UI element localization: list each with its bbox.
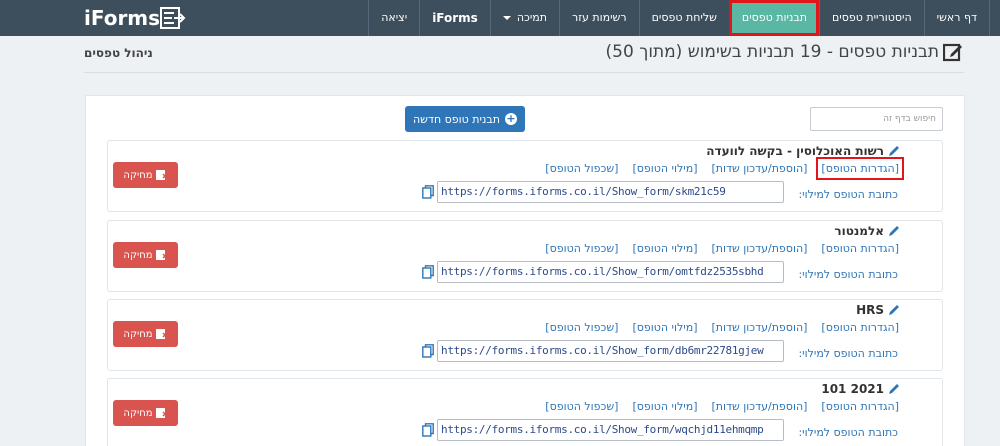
delete-button[interactable]: מחיקה — [113, 321, 178, 347]
template-title: רשות האוכלוסין - בקשה לוועדה — [706, 144, 900, 158]
nav-home[interactable]: דף ראשי — [923, 0, 990, 36]
chevron-down-icon — [502, 16, 511, 20]
delete-icon — [155, 329, 168, 339]
new-template-button[interactable]: + תבנית טופס חדשה — [405, 106, 525, 132]
copy-icon[interactable] — [422, 423, 434, 437]
copy-icon[interactable] — [422, 265, 434, 279]
manage-forms-link[interactable]: ניהול טפסים — [84, 46, 153, 60]
delete-button[interactable]: מחיקה — [113, 162, 178, 188]
fill-form-link[interactable]: [מילוי הטופס] — [632, 162, 697, 175]
form-url-label: כתובת הטופס למילוי: — [798, 426, 898, 439]
template-title: 2021 101 — [821, 382, 900, 396]
delete-icon — [155, 250, 168, 260]
page-header: תבניות טפסים - 19 תבניות בשימוש (מתוך 50… — [606, 42, 963, 62]
nav-support-label: תמיכה — [516, 11, 547, 24]
nav-send-forms[interactable]: שליחת טפסים — [638, 0, 729, 36]
template-title-text: 2021 101 — [821, 382, 884, 396]
form-logo-icon — [160, 7, 186, 29]
logo-text: iForms — [84, 6, 161, 30]
template-links: [הגדרות הטופס] [הוספת/עדכון שדות] [מילוי… — [531, 321, 899, 334]
duplicate-form-link[interactable]: [שכפול הטופס] — [545, 242, 618, 255]
nav-iforms[interactable]: iForms — [419, 0, 490, 36]
duplicate-form-link[interactable]: [שכפול הטופס] — [545, 321, 618, 334]
new-template-label: תבנית טופס חדשה — [413, 112, 500, 126]
template-card: רשות האוכלוסין - בקשה לוועדה [הגדרות הטו… — [107, 140, 943, 212]
form-url-field[interactable]: https://forms.iforms.co.il/Show_form/db6… — [437, 340, 784, 362]
nav-logout[interactable]: יציאה — [368, 0, 419, 36]
edit-fields-link[interactable]: [הוספת/עדכון שדות] — [711, 400, 807, 413]
template-title-text: HRS — [856, 303, 884, 317]
top-navbar: דף ראשי היסטוריית טפסים תבניות טפסים שלי… — [0, 0, 1000, 36]
fill-form-link[interactable]: [מילוי הטופס] — [632, 242, 697, 255]
fill-form-link[interactable]: [מילוי הטופס] — [632, 321, 697, 334]
template-links: [הגדרות הטופס] [הוספת/עדכון שדות] [מילוי… — [531, 157, 904, 180]
form-settings-link[interactable]: [הגדרות הטופס] — [821, 321, 899, 334]
edit-fields-link[interactable]: [הוספת/עדכון שדות] — [711, 321, 807, 334]
copy-icon[interactable] — [422, 185, 434, 199]
form-url-label: כתובת הטופס למילוי: — [798, 268, 898, 281]
logo[interactable]: iForms — [84, 4, 190, 32]
template-links: [הגדרות הטופס] [הוספת/עדכון שדות] [מילוי… — [531, 400, 899, 413]
template-card: HRS [הגדרות הטופס] [הוספת/עדכון שדות] [מ… — [107, 299, 943, 371]
form-settings-link[interactable]: [הגדרות הטופס] — [821, 242, 899, 255]
header-divider — [84, 72, 964, 73]
template-card: אלמנטור [הגדרות הטופס] [הוספת/עדכון שדות… — [107, 220, 943, 292]
pencil-icon[interactable] — [888, 145, 900, 157]
pencil-icon[interactable] — [888, 225, 900, 237]
form-url-field[interactable]: https://forms.iforms.co.il/Show_form/omt… — [437, 261, 784, 283]
edit-icon — [943, 43, 962, 62]
copy-icon[interactable] — [422, 344, 434, 358]
pencil-icon[interactable] — [888, 304, 900, 316]
delete-icon — [155, 170, 168, 180]
form-settings-link[interactable]: [הגדרות הטופס] — [816, 157, 904, 180]
edit-fields-link[interactable]: [הוספת/עדכון שדות] — [711, 242, 807, 255]
edit-fields-link[interactable]: [הוספת/עדכון שדות] — [711, 162, 807, 175]
template-title: HRS — [856, 303, 900, 317]
form-url-field[interactable]: https://forms.iforms.co.il/Show_form/skm… — [437, 181, 784, 203]
form-url-field[interactable]: https://forms.iforms.co.il/Show_form/wqc… — [437, 419, 784, 441]
delete-button[interactable]: מחיקה — [113, 242, 178, 268]
form-settings-link[interactable]: [הגדרות הטופס] — [821, 400, 899, 413]
nav-support[interactable]: תמיכה — [489, 0, 559, 36]
template-card: 2021 101 [הגדרות הטופס] [הוספת/עדכון שדו… — [107, 378, 943, 446]
duplicate-form-link[interactable]: [שכפול הטופס] — [545, 162, 618, 175]
delete-label: מחיקה — [123, 169, 153, 181]
search-input[interactable]: חיפוש בדף זה — [810, 107, 943, 131]
pencil-icon[interactable] — [888, 383, 900, 395]
delete-icon — [155, 408, 168, 418]
delete-label: מחיקה — [123, 407, 153, 419]
form-url-label: כתובת הטופס למילוי: — [798, 188, 898, 201]
nav-form-templates[interactable]: תבניות טפסים — [728, 0, 819, 36]
template-title-text: רשות האוכלוסין - בקשה לוועדה — [706, 144, 884, 158]
template-links: [הגדרות הטופס] [הוספת/עדכון שדות] [מילוי… — [531, 242, 899, 255]
delete-label: מחיקה — [123, 328, 153, 340]
nav-forms-history[interactable]: היסטוריית טפסים — [818, 0, 924, 36]
form-url-label: כתובת הטופס למילוי: — [798, 347, 898, 360]
page-title: תבניות טפסים - 19 תבניות בשימוש (מתוך 50… — [605, 42, 939, 62]
nav-menu: דף ראשי היסטוריית טפסים תבניות טפסים שלי… — [368, 0, 990, 36]
duplicate-form-link[interactable]: [שכפול הטופס] — [545, 400, 618, 413]
delete-button[interactable]: מחיקה — [113, 400, 178, 426]
nav-helper-lists[interactable]: רשימות עזר — [559, 0, 639, 36]
template-title-text: אלמנטור — [834, 224, 884, 238]
delete-label: מחיקה — [123, 249, 153, 261]
template-title: אלמנטור — [834, 224, 900, 238]
fill-form-link[interactable]: [מילוי הטופס] — [632, 400, 697, 413]
plus-circle-icon: + — [505, 112, 517, 125]
